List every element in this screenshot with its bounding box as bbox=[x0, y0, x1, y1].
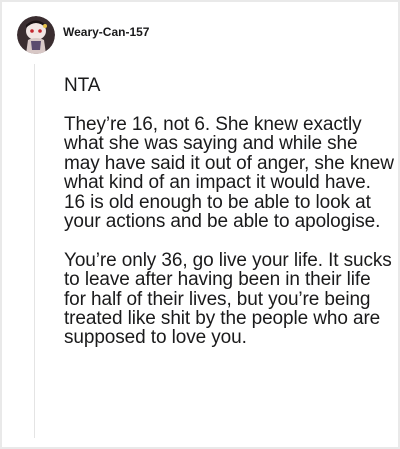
comment-paragraph: They’re 16, not 6. She knew exactly what… bbox=[64, 113, 394, 232]
comment-card: Weary-Can-157 NTA They’re 16, not 6. She… bbox=[2, 2, 398, 447]
snoo-avatar-icon[interactable] bbox=[17, 16, 55, 54]
comment-paragraph: NTA bbox=[64, 75, 101, 96]
thread-line[interactable] bbox=[34, 64, 35, 438]
comment-body: NTA They’re 16, not 6. She knew exactly … bbox=[64, 76, 394, 367]
comment-header: Weary-Can-157 bbox=[17, 15, 149, 55]
comment-author[interactable]: Weary-Can-157 bbox=[63, 25, 149, 39]
comment-paragraph: You’re only 36, go live your life. It su… bbox=[64, 249, 392, 349]
